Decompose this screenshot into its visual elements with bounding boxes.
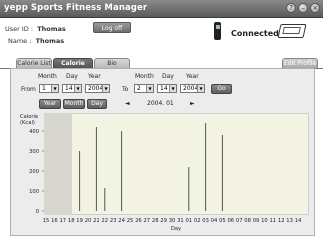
x-tick-label: 08 (244, 218, 251, 224)
x-tick-label: 02 (194, 218, 201, 224)
bar (121, 131, 123, 211)
bar (79, 151, 81, 211)
x-tick-label: 22 (101, 218, 108, 224)
bar (104, 188, 106, 211)
x-tick-label: 21 (93, 218, 100, 224)
x-tick-label: 24 (118, 218, 125, 224)
calorie-chart: Calorie(Kcal)010020030040015 16 17 18 19 20 21… (20, 114, 302, 232)
bar (221, 135, 223, 211)
x-axis-label: Day (171, 226, 181, 232)
x-tick-label: 07 (236, 218, 243, 224)
x-tick-label: 14 (295, 218, 302, 224)
y-axis-label: (Kcal) (20, 120, 35, 126)
x-tick-label: 15 (43, 218, 50, 224)
x-tick-label: 26 (135, 218, 142, 224)
app-window: yepp Sports Fitness Manager ? – × User I… (0, 0, 323, 242)
bar (188, 167, 190, 211)
y-tick-label: 200 (29, 169, 39, 175)
x-tick-label: 12 (278, 218, 285, 224)
x-tick-label: 17 (59, 218, 66, 224)
x-tick-label: 01 (185, 218, 192, 224)
x-tick-label: 28 (152, 218, 159, 224)
x-tick-label: 27 (143, 218, 150, 224)
x-tick-label: 30 (169, 218, 176, 224)
bar (95, 127, 97, 211)
x-tick-label: 18 (68, 218, 75, 224)
x-tick-label: 25 (127, 218, 134, 224)
x-tick-label: 11 (269, 218, 276, 224)
x-tick-label: 09 (253, 218, 260, 224)
y-tick-label: 0 (36, 209, 39, 215)
x-tick-label: 20 (85, 218, 92, 224)
x-tick-label: 23 (110, 218, 117, 224)
x-tick-label: 29 (160, 218, 167, 224)
x-tick-label: 13 (286, 218, 293, 224)
x-tick-label: 16 (51, 218, 58, 224)
x-tick-label: 04 (211, 218, 218, 224)
x-tick-label: 31 (177, 218, 184, 224)
x-tick-label: 19 (76, 218, 83, 224)
y-tick-label: 400 (29, 129, 39, 135)
x-tick-label: 05 (219, 218, 226, 224)
y-tick-label: 100 (29, 189, 39, 195)
bar (205, 123, 207, 211)
x-tick-label: 06 (227, 218, 234, 224)
x-tick-label: 10 (261, 218, 268, 224)
x-tick-label: 03 (202, 218, 209, 224)
y-tick-label: 300 (29, 149, 39, 155)
